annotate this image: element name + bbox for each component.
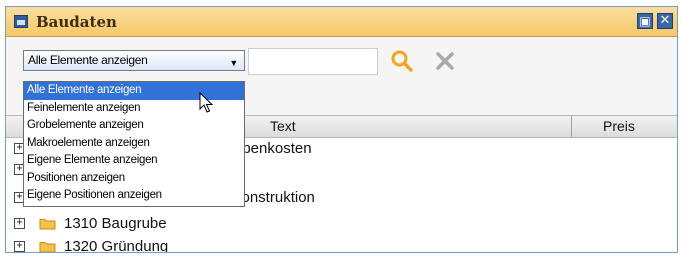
- column-header-text[interactable]: Text: [270, 118, 296, 134]
- filter-select[interactable]: Alle Elemente anzeigen ▼: [23, 50, 245, 71]
- baudaten-panel: Baudaten ▣ ✕ Alle Elemente anzeigen ▼ Te…: [5, 6, 678, 253]
- dropdown-option[interactable]: Grobelemente anzeigen: [24, 117, 244, 135]
- clear-icon[interactable]: [434, 50, 456, 72]
- folder-icon: [39, 219, 56, 230]
- window-title: Baudaten: [36, 13, 117, 31]
- title-bar: Baudaten ▣ ✕: [6, 7, 677, 37]
- column-divider[interactable]: [571, 116, 572, 137]
- dropdown-option[interactable]: Positionen anzeigen: [24, 170, 244, 188]
- mouse-cursor-icon: [199, 92, 214, 113]
- tree-row-label: ebenkosten: [234, 140, 312, 157]
- close-icon[interactable]: ✕: [657, 13, 673, 29]
- maximize-icon[interactable]: ▣: [637, 13, 653, 29]
- dropdown-option[interactable]: Eigene Positionen anzeigen: [24, 187, 244, 205]
- chevron-down-icon[interactable]: ▼: [229, 54, 238, 73]
- tree-row[interactable]: + 1320 Gründung: [6, 236, 677, 253]
- tree-row[interactable]: + 1310 Baugrube: [6, 213, 677, 234]
- column-header-preis[interactable]: Preis: [603, 118, 635, 134]
- filter-select-value: Alle Elemente anzeigen: [28, 53, 148, 67]
- tree-row-label: 1310 Baugrube: [64, 215, 167, 232]
- window-icon: [14, 15, 28, 28]
- dropdown-option[interactable]: Eigene Elemente anzeigen: [24, 152, 244, 170]
- plus-box-icon[interactable]: +: [14, 241, 25, 252]
- folder-icon: [39, 242, 56, 252]
- search-input[interactable]: [248, 48, 378, 75]
- search-icon[interactable]: [390, 49, 414, 73]
- dropdown-option[interactable]: Makroelemente anzeigen: [24, 135, 244, 153]
- plus-box-icon[interactable]: +: [14, 218, 25, 229]
- tree-row-label: 1320 Gründung: [64, 238, 169, 253]
- tree-row-label: konstruktion: [234, 189, 315, 206]
